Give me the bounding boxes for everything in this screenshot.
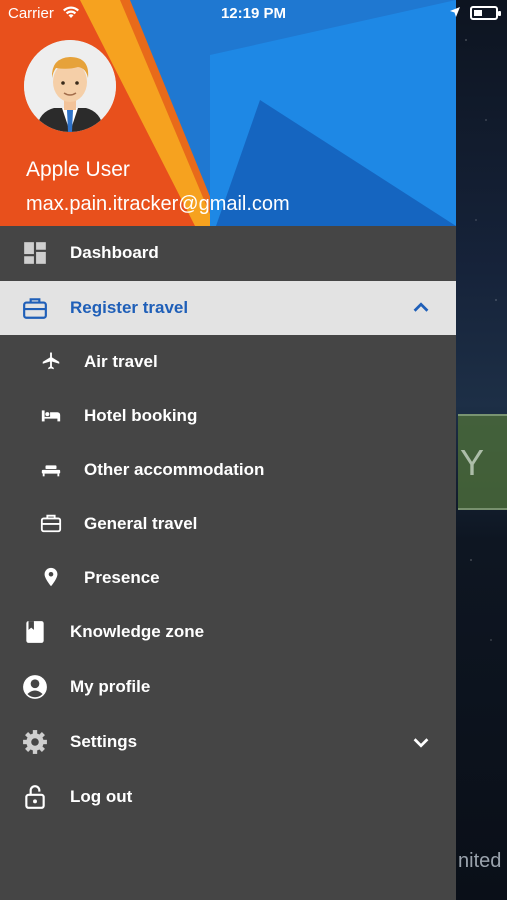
submenu-item-general-travel-label: General travel: [84, 514, 198, 533]
submenu-item-air-travel-label: Air travel: [84, 352, 158, 371]
accommodation-icon: [41, 465, 61, 477]
airplane-icon: [42, 352, 60, 370]
submenu-item-air-travel[interactable]: Air travel: [0, 335, 456, 389]
user-name: Apple User: [26, 158, 130, 181]
gear-icon: [23, 730, 47, 754]
drawer-header: Apple User max.pain.itracker@gmail.com: [0, 0, 456, 226]
avatar[interactable]: [24, 40, 116, 132]
menu-item-dashboard-label: Dashboard: [70, 243, 159, 262]
menu-item-knowledge-zone-label: Knowledge zone: [70, 622, 205, 641]
menu-item-dashboard[interactable]: Dashboard: [0, 226, 456, 280]
submenu-item-other-accommodation-label: Other accommodation: [84, 460, 265, 479]
submenu-item-presence-label: Presence: [84, 568, 160, 587]
background-card: Y: [458, 414, 507, 510]
submenu-item-hotel-booking[interactable]: Hotel booking: [0, 389, 456, 443]
menu-item-register-travel-label: Register travel: [70, 298, 189, 317]
menu-item-register-travel[interactable]: Register travel: [0, 281, 456, 335]
background-footer-text: nited: [458, 850, 502, 872]
menu-item-settings[interactable]: Settings: [0, 715, 456, 769]
book-icon: [26, 621, 44, 643]
dashboard-icon: [24, 242, 46, 264]
hotel-bed-icon: [41, 410, 61, 422]
navigation-drawer: Apple User max.pain.itracker@gmail.com D…: [0, 0, 456, 900]
chevron-down-icon[interactable]: [410, 731, 432, 753]
menu-item-my-profile[interactable]: My profile: [0, 660, 456, 714]
menu-item-my-profile-label: My profile: [70, 677, 151, 696]
location-pin-icon: [44, 567, 58, 587]
location-arrow-icon: [450, 7, 460, 17]
status-time: 12:19 PM: [220, 5, 287, 22]
account-circle-icon: [23, 675, 47, 699]
briefcase-icon: [23, 298, 47, 319]
battery-icon: [470, 6, 501, 20]
submenu-item-presence[interactable]: Presence: [0, 551, 456, 605]
background-card-text: Y: [460, 442, 485, 483]
chevron-up-icon[interactable]: [410, 297, 432, 319]
menu-item-knowledge-zone[interactable]: Knowledge zone: [0, 605, 456, 659]
menu-item-log-out[interactable]: Log out: [0, 770, 456, 824]
lock-open-icon: [25, 785, 45, 809]
submenu-item-general-travel[interactable]: General travel: [0, 497, 456, 551]
avatar-image: [24, 40, 116, 132]
submenu-item-hotel-booking-label: Hotel booking: [84, 406, 198, 425]
menu-item-log-out-label: Log out: [70, 787, 133, 806]
menu-item-settings-label: Settings: [70, 732, 138, 751]
suitcase-icon: [40, 514, 62, 533]
user-email: max.pain.itracker@gmail.com: [26, 193, 290, 215]
submenu-item-other-accommodation[interactable]: Other accommodation: [0, 443, 456, 497]
status-bar: Carrier 12:19 PM: [0, 0, 507, 28]
